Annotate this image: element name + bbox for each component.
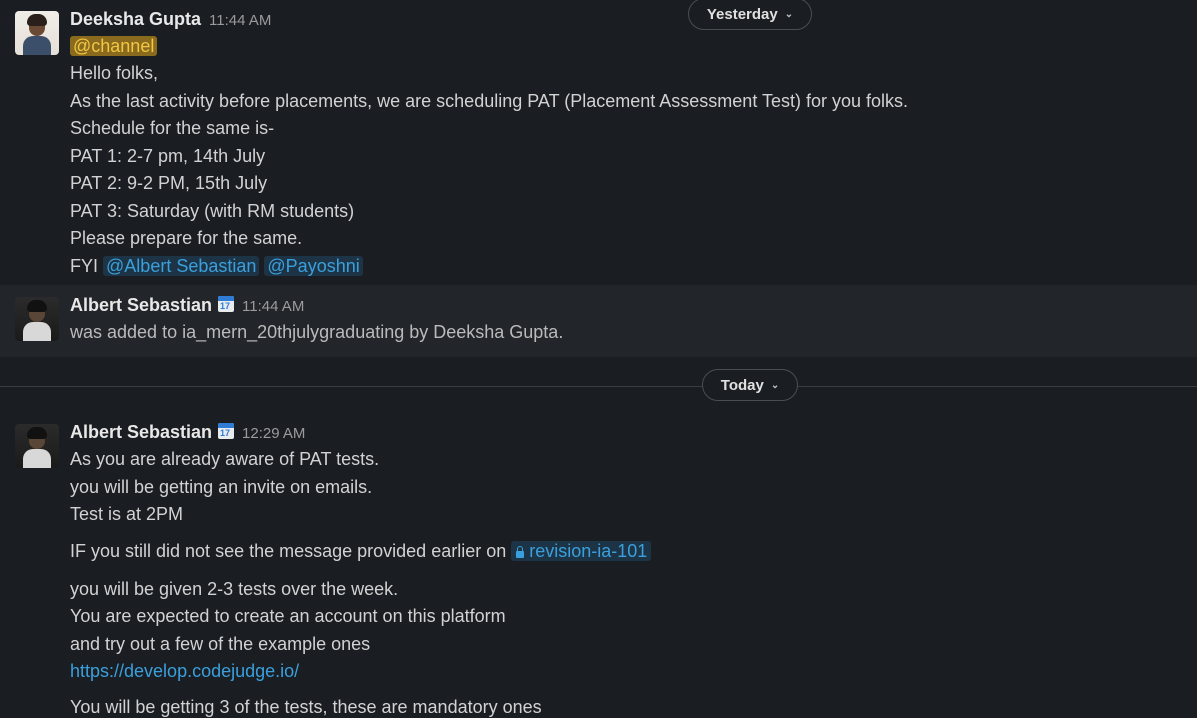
message-line: PAT 1: 2-7 pm, 14th July bbox=[70, 146, 266, 166]
message-line: As the last activity before placements, … bbox=[70, 91, 909, 111]
avatar[interactable] bbox=[15, 297, 59, 341]
calendar-status-icon: 17 bbox=[218, 423, 235, 439]
message-author[interactable]: Albert Sebastian 17 12:29 AM bbox=[70, 422, 305, 443]
message-line: As you are already aware of PAT tests. bbox=[70, 449, 380, 469]
message-line: Test is at 2PM bbox=[70, 504, 184, 524]
date-divider-today[interactable]: Today ⌄ bbox=[702, 369, 798, 401]
date-divider-yesterday[interactable]: Yesterday ⌄ bbox=[688, 0, 812, 30]
channel-reference-line: IF you still did not see the message pro… bbox=[70, 541, 652, 562]
message-line: PAT 3: Saturday (with RM students) bbox=[70, 201, 355, 221]
lock-icon bbox=[515, 546, 525, 558]
message-line: You are expected to create an account on… bbox=[70, 606, 506, 626]
message-timestamp[interactable]: 12:29 AM bbox=[242, 425, 305, 442]
avatar[interactable] bbox=[15, 11, 59, 55]
message-author[interactable]: Albert Sebastian 17 11:44 AM bbox=[70, 295, 304, 316]
message-line: Please prepare for the same. bbox=[70, 228, 303, 248]
channel-link[interactable]: revision-ia-101 bbox=[511, 541, 652, 561]
user-mention-albert[interactable]: @Albert Sebastian bbox=[103, 256, 260, 276]
message-line: PAT 2: 9-2 PM, 15th July bbox=[70, 173, 268, 193]
channel-mention[interactable]: @channel bbox=[70, 36, 158, 56]
avatar[interactable] bbox=[15, 424, 59, 468]
message-line: Hello folks, bbox=[70, 63, 159, 83]
message-line: and try out a few of the example ones bbox=[70, 634, 371, 654]
message-author[interactable]: Deeksha Gupta 11:44 AM bbox=[70, 9, 271, 30]
calendar-status-icon: 17 bbox=[218, 296, 235, 312]
message-line: you will be getting an invite on emails. bbox=[70, 477, 373, 497]
message-timestamp[interactable]: 11:44 AM bbox=[242, 298, 304, 315]
date-divider-label: Today bbox=[720, 376, 764, 394]
date-divider-line bbox=[0, 386, 1197, 387]
message-line: you will be given 2-3 tests over the wee… bbox=[70, 579, 399, 599]
fyi-line: FYI @Albert Sebastian @Payoshni bbox=[70, 256, 363, 277]
user-mention-payoshni[interactable]: @Payoshni bbox=[264, 256, 363, 276]
message-line: You will be getting 3 of the tests, thes… bbox=[70, 697, 542, 717]
message-line: Schedule for the same is- bbox=[70, 118, 275, 138]
chevron-down-icon: ⌄ bbox=[784, 8, 794, 20]
message-timestamp[interactable]: 11:44 AM bbox=[209, 12, 271, 29]
url-link[interactable]: https://develop.codejudge.io/ bbox=[70, 661, 299, 682]
system-message: was added to ia_mern_20thjulygraduating … bbox=[70, 322, 564, 342]
date-divider-label: Yesterday bbox=[706, 5, 778, 23]
chevron-down-icon: ⌄ bbox=[770, 379, 780, 391]
